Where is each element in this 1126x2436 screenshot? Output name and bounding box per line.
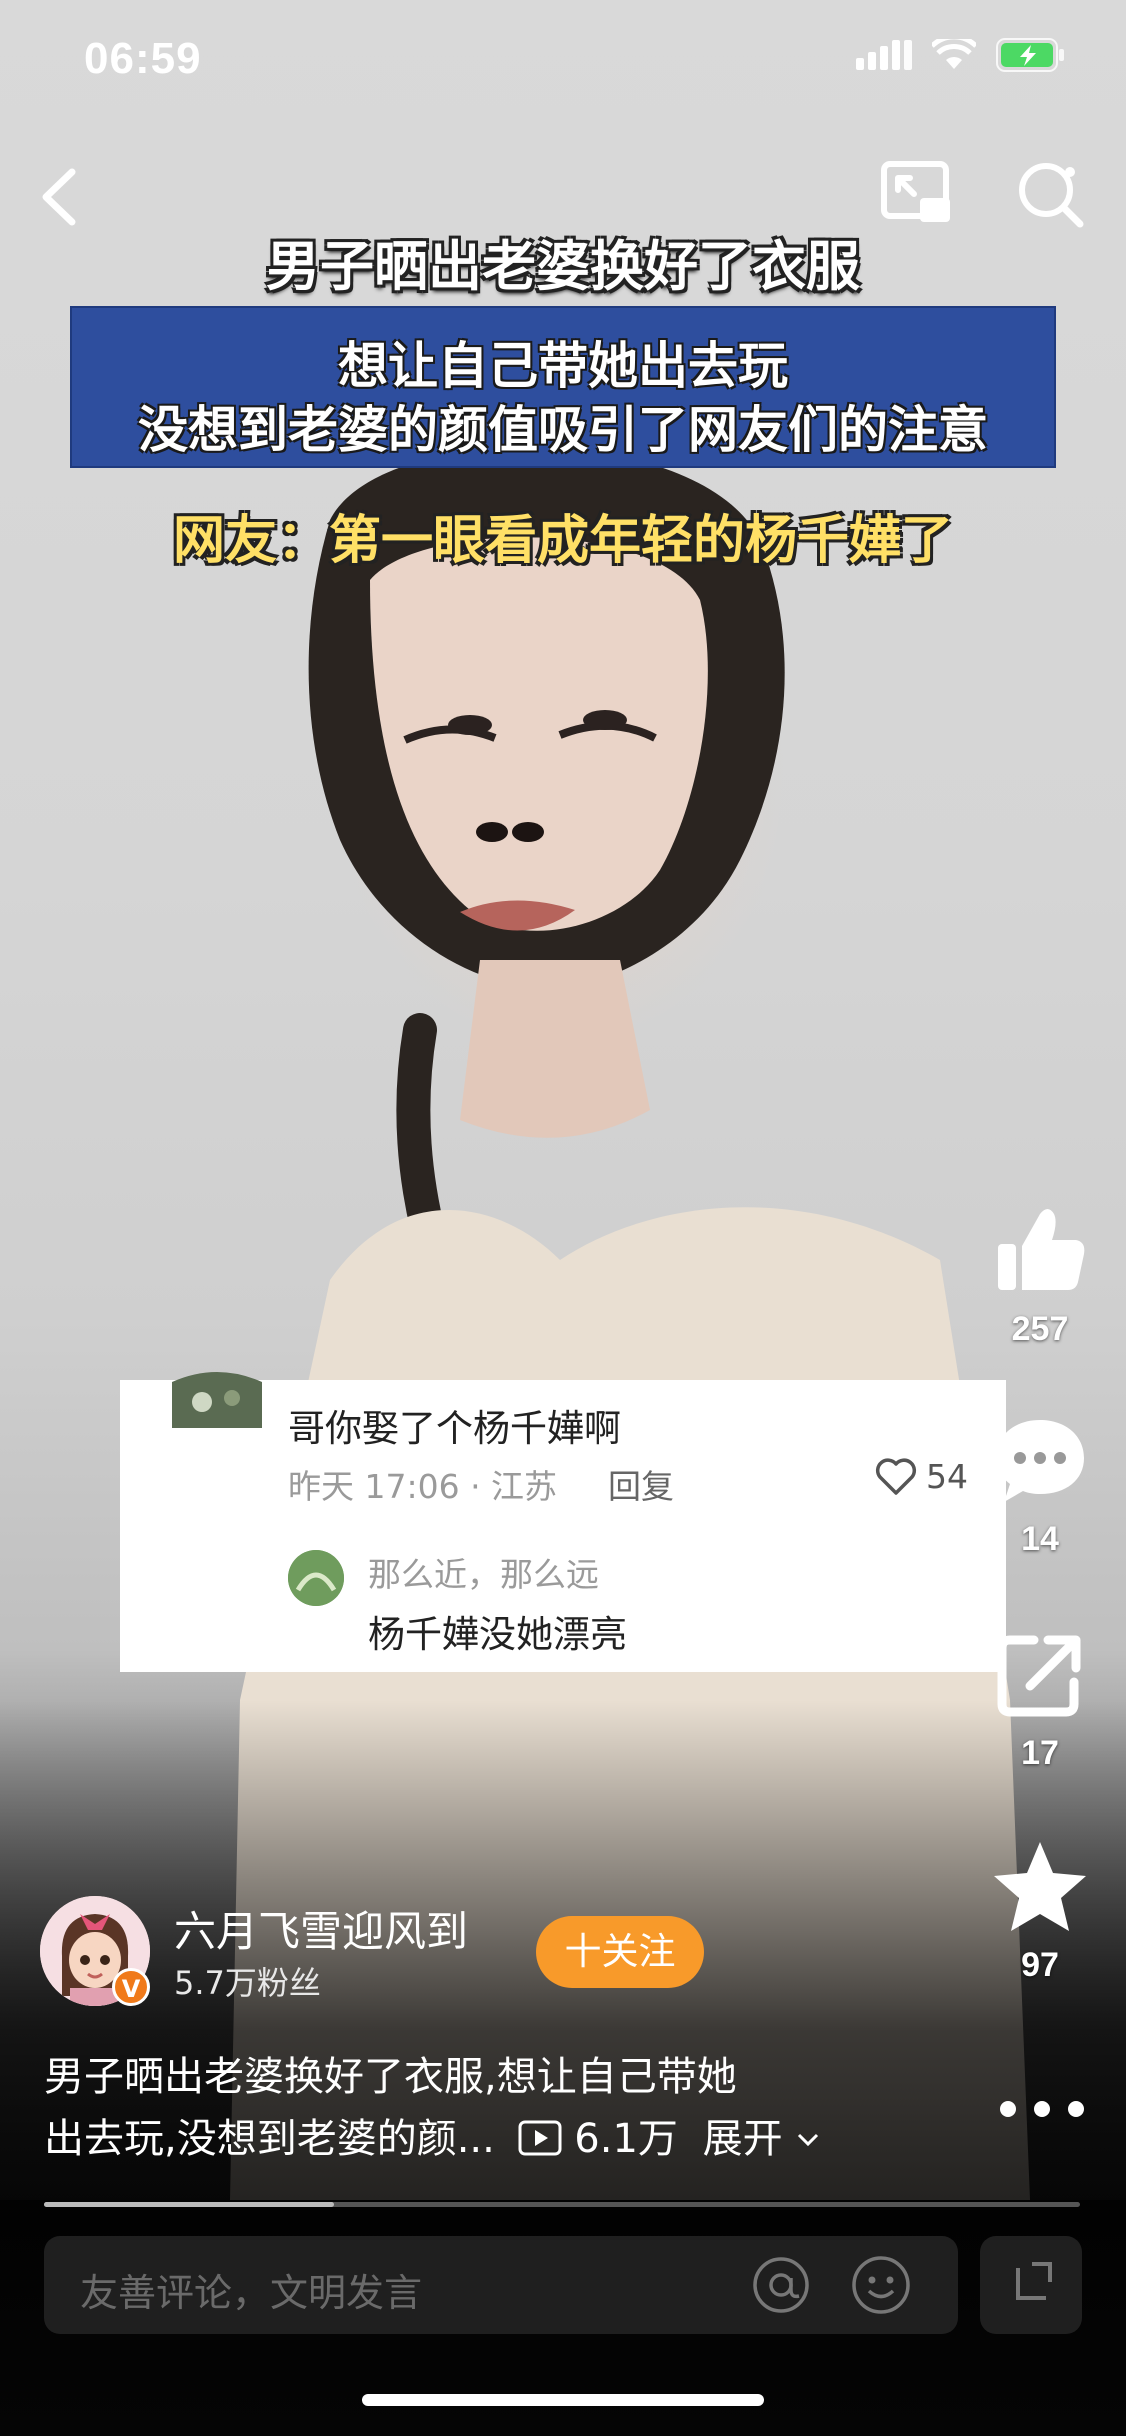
play-count-icon — [518, 2120, 562, 2156]
verified-badge-icon: V — [112, 1968, 150, 2006]
comment-like-count: 54 — [926, 1456, 968, 1496]
like-action[interactable]: 257 — [980, 1200, 1100, 1349]
like-count: 257 — [1011, 1310, 1069, 1348]
favorite-count: 97 — [1021, 1946, 1059, 1984]
reply-avatar-image — [288, 1550, 344, 1606]
description-line-1: 男子晒出老婆换好了衣服,想让自己带她 — [44, 2054, 737, 2100]
video-progress-bar[interactable] — [44, 2202, 1080, 2207]
video-caption-box: 想让自己带她出去玩 没想到老婆的颜值吸引了网友们的注意 — [70, 306, 1056, 468]
more-options-icon[interactable] — [994, 2094, 1090, 2124]
reply-text: 杨千嬅没她漂亮 — [368, 1613, 627, 1656]
description-line-2-row: 出去玩,没想到老婆的颜... 6.1万 展开 — [44, 2108, 944, 2170]
thumbs-up-icon — [998, 1209, 1085, 1290]
wifi-icon — [932, 39, 976, 69]
commenter-avatar[interactable] — [172, 1372, 262, 1428]
reply-button[interactable]: 回复 — [608, 1460, 674, 1508]
video-caption-netizen: 网友：第一眼看成年轻的杨千嬅了 — [172, 511, 953, 571]
share-count: 17 — [1021, 1734, 1059, 1772]
favorite-action[interactable]: 97 — [980, 1836, 1100, 1985]
author-name[interactable]: 六月飞雪迎风到 — [174, 1898, 468, 1959]
comment-input-placeholder: 友善评论，文明发言 — [80, 2271, 423, 2315]
comment-like-button[interactable]: 54 — [874, 1456, 968, 1496]
chevron-down-icon[interactable] — [795, 2130, 821, 2150]
mention-at-icon[interactable] — [750, 2254, 812, 2316]
play-count: 6.1万 — [574, 2116, 678, 2162]
author-info: V 六月飞雪迎风到 5.7万粉丝 十关注 — [40, 1896, 940, 2016]
description-line-2: 出去玩,没想到老婆的颜... — [44, 2116, 495, 2162]
status-time: 06:59 — [84, 34, 202, 83]
reply-avatar[interactable] — [288, 1550, 344, 1606]
author-fans: 5.7万粉丝 — [174, 1964, 321, 2002]
expand-icon — [1016, 2262, 1052, 2300]
heart-icon — [875, 1458, 917, 1495]
star-icon — [994, 1842, 1086, 1931]
video-caption-box-line-1: 想让自己带她出去玩 — [338, 337, 788, 395]
video-progress-fill — [44, 2202, 335, 2207]
video-caption-box-line-2: 没想到老婆的颜值吸引了网友们的注意 — [138, 401, 988, 459]
video-caption-headline: 男子晒出老婆换好了衣服 — [266, 235, 860, 298]
signal-icon — [856, 40, 912, 70]
emoji-icon[interactable] — [850, 2254, 912, 2316]
comment-meta: 昨天 17:06 · 江苏 — [288, 1467, 558, 1506]
video-description[interactable]: 男子晒出老婆换好了衣服,想让自己带她 出去玩,没想到老婆的颜... 6.1万 展… — [44, 2046, 944, 2170]
home-indicator[interactable] — [362, 2394, 764, 2406]
comment-text: 哥你娶了个杨千嬅啊 — [288, 1407, 621, 1450]
fullscreen-toggle-button[interactable] — [980, 2236, 1082, 2334]
reply-author-name: 那么近，那么远 — [368, 1555, 599, 1594]
comment-input[interactable]: 友善评论，文明发言 — [44, 2236, 958, 2334]
pinned-comment-card[interactable]: 哥你娶了个杨千嬅啊 昨天 17:06 · 江苏 回复 54 那么近，那么远 杨千… — [120, 1372, 1006, 1672]
follow-button[interactable]: 十关注 — [536, 1916, 704, 1988]
expand-link[interactable]: 展开 — [703, 2116, 783, 2162]
status-bar: 06:59 — [0, 0, 1126, 120]
battery-charging-icon — [996, 38, 1064, 72]
